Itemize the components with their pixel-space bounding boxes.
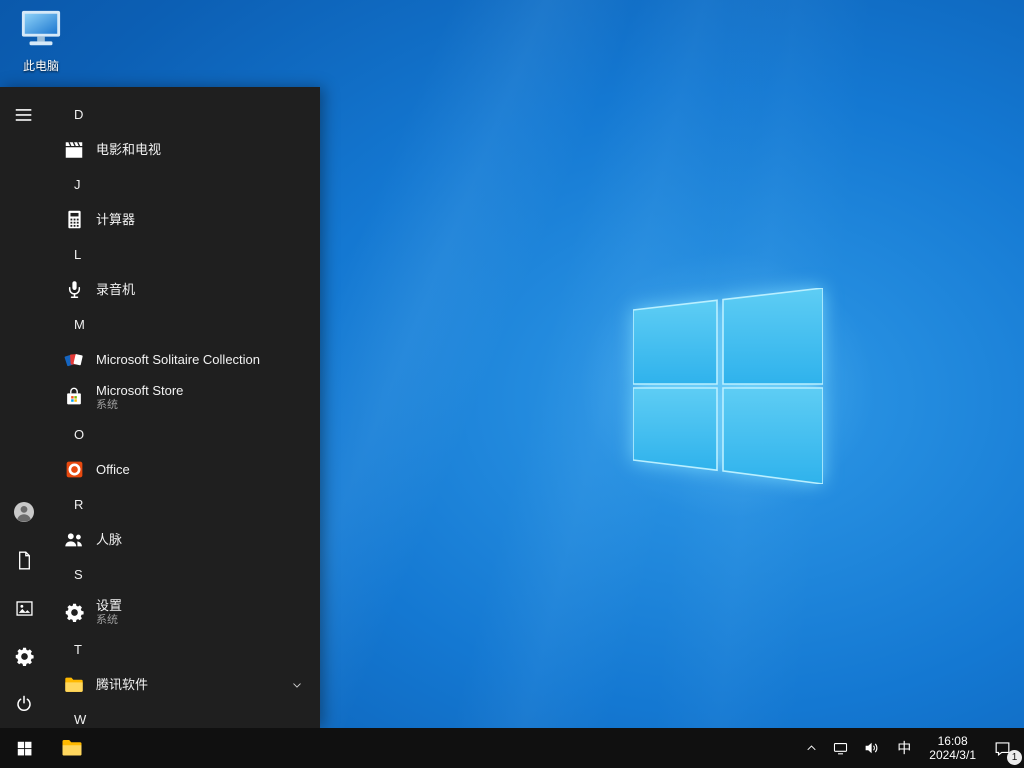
taskbar-clock[interactable]: 16:08 2024/3/1 [920, 728, 985, 768]
start-button[interactable] [0, 728, 48, 768]
speaker-icon [865, 742, 878, 754]
user-avatar-icon [14, 502, 34, 522]
app-solitaire[interactable]: Microsoft Solitaire Collection [48, 342, 320, 377]
people-icon [62, 528, 86, 552]
letter-header-t[interactable]: T [48, 632, 320, 667]
file-explorer-icon [62, 740, 82, 756]
power-icon [17, 695, 31, 711]
app-voice-recorder[interactable]: 录音机 [48, 272, 320, 307]
app-microsoft-store[interactable]: Microsoft Store 系统 [48, 377, 320, 417]
app-calculator[interactable]: 计算器 [48, 202, 320, 237]
desktop: 此电脑 D 电影和电视 J 计算器 L 录音机 M Microsoft Soli… [0, 0, 1024, 768]
notification-badge: 1 [1007, 750, 1022, 765]
settings-button[interactable] [0, 632, 48, 680]
pictures-button[interactable] [0, 584, 48, 632]
chevron-up-icon [807, 744, 816, 750]
store-icon [62, 385, 86, 409]
file-explorer-button[interactable] [48, 728, 96, 768]
app-office[interactable]: Office [48, 452, 320, 487]
app-folder-tencent[interactable]: 腾讯软件 [48, 667, 320, 702]
folder-icon [62, 673, 86, 697]
clock-date: 2024/3/1 [929, 748, 976, 762]
windows-wallpaper-logo-icon [633, 288, 823, 484]
chevron-down-icon [290, 678, 304, 692]
settings-gear-icon [62, 600, 86, 624]
movies-tv-icon [62, 138, 86, 162]
app-movies-tv[interactable]: 电影和电视 [48, 132, 320, 167]
gear-icon [15, 647, 34, 666]
network-icon [834, 742, 848, 754]
action-center-button[interactable]: 1 [985, 728, 1024, 768]
desktop-icon-label: 此电脑 [22, 59, 59, 73]
letter-header-l[interactable]: L [48, 237, 320, 272]
pictures-icon [15, 600, 33, 616]
documents-button[interactable] [0, 536, 48, 584]
desktop-icon-this-pc[interactable]: 此电脑 [10, 8, 72, 74]
user-account-button[interactable] [0, 488, 48, 536]
taskbar: 中 16:08 2024/3/1 1 [0, 728, 1024, 768]
calculator-icon [62, 208, 86, 232]
volume-tray-button[interactable] [856, 728, 888, 768]
letter-header-d[interactable]: D [48, 97, 320, 132]
letter-header-m[interactable]: M [48, 307, 320, 342]
expand-menu-button[interactable] [0, 91, 48, 139]
system-tray: 中 16:08 2024/3/1 1 [798, 728, 1024, 768]
clock-time: 16:08 [937, 734, 968, 748]
voice-recorder-icon [62, 278, 86, 302]
ime-indicator[interactable]: 中 [888, 728, 920, 768]
network-tray-button[interactable] [825, 728, 856, 768]
app-people[interactable]: 人脉 [48, 522, 320, 557]
letter-header-w[interactable]: W [48, 702, 320, 728]
app-settings[interactable]: 设置 系统 [48, 592, 320, 632]
this-pc-icon [18, 8, 64, 55]
letter-header-r[interactable]: R [48, 487, 320, 522]
letter-header-j[interactable]: J [48, 167, 320, 202]
hamburger-icon [15, 109, 32, 121]
letter-header-o[interactable]: O [48, 417, 320, 452]
start-menu-rail [0, 87, 48, 728]
power-button[interactable] [0, 680, 48, 728]
start-menu: D 电影和电视 J 计算器 L 录音机 M Microsoft Solitair… [0, 87, 320, 728]
documents-icon [18, 551, 30, 569]
office-icon [62, 458, 86, 482]
start-menu-app-list: D 电影和电视 J 计算器 L 录音机 M Microsoft Solitair… [48, 87, 320, 728]
tray-overflow-button[interactable] [798, 728, 825, 768]
windows-start-icon [17, 741, 31, 755]
letter-header-s[interactable]: S [48, 557, 320, 592]
solitaire-icon [62, 348, 86, 372]
